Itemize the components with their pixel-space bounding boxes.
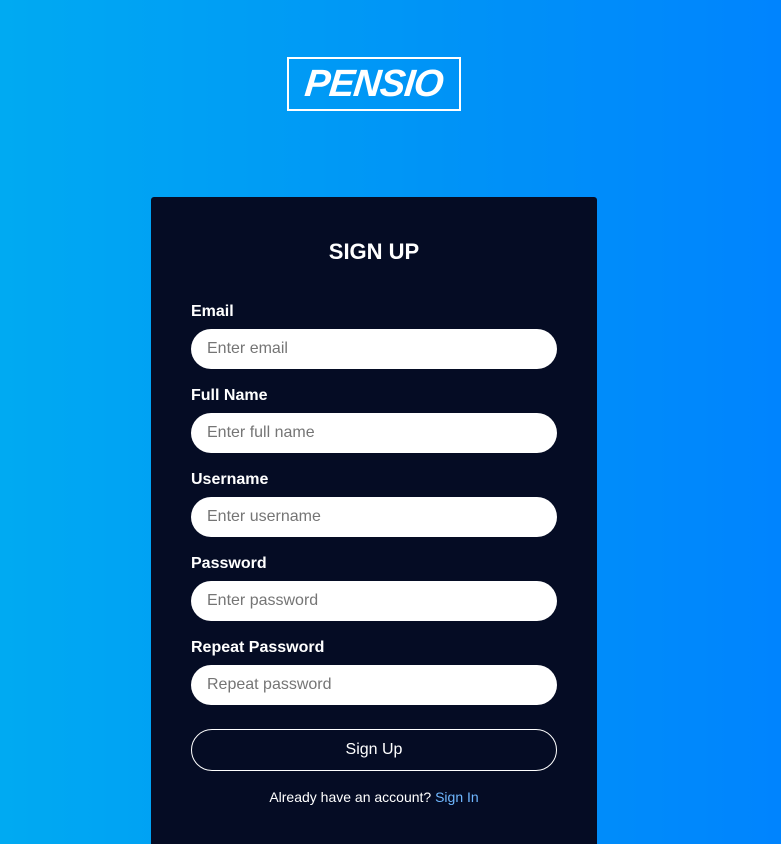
password-input[interactable] bbox=[191, 581, 557, 621]
email-label: Email bbox=[191, 303, 234, 320]
repeat-password-label: Repeat Password bbox=[191, 639, 325, 656]
signin-prompt: Already have an account? Sign In bbox=[151, 789, 597, 805]
repeat-password-input[interactable] bbox=[191, 665, 557, 705]
pensio-logo: PENSIO bbox=[287, 57, 461, 111]
logo-text: PENSIO bbox=[302, 63, 446, 105]
password-label: Password bbox=[191, 555, 267, 572]
username-label: Username bbox=[191, 471, 269, 488]
full-name-label: Full Name bbox=[191, 387, 268, 404]
signin-prompt-text: Already have an account? bbox=[269, 789, 432, 805]
username-input[interactable] bbox=[191, 497, 557, 537]
form-title: SIGN UP bbox=[328, 239, 420, 264]
signup-card: SIGN UP Email Full Name Username Passwor… bbox=[151, 197, 597, 844]
email-input[interactable] bbox=[191, 329, 557, 369]
sign-up-button[interactable]: Sign Up bbox=[191, 729, 557, 771]
full-name-input[interactable] bbox=[191, 413, 557, 453]
sign-in-link[interactable]: Sign In bbox=[435, 789, 479, 805]
